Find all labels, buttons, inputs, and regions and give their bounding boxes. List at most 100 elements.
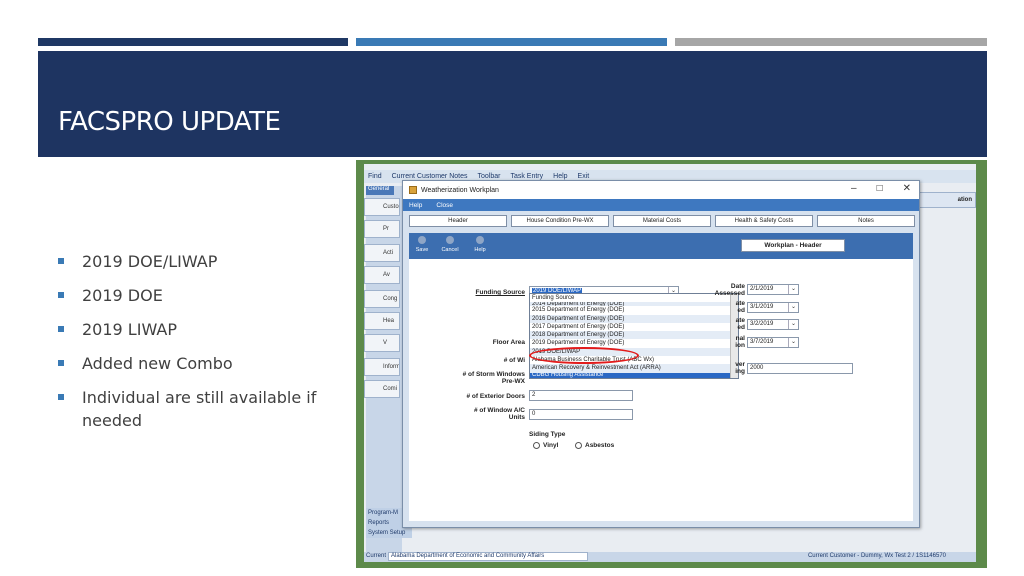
slide-title: FACSPRO UPDATE [58, 107, 281, 137]
chevron-down-icon[interactable]: ⌄ [788, 285, 798, 294]
window-body: Header House Condition Pre-WX Material C… [403, 211, 919, 527]
cancel-button[interactable]: Cancel [441, 236, 459, 253]
tab-house-condition[interactable]: House Condition Pre-WX [511, 215, 609, 227]
bullet-marker-icon [58, 258, 64, 264]
title-band: FACSPRO UPDATE [38, 51, 987, 157]
menu-help[interactable]: Help [553, 173, 567, 180]
workplan-tabs: Header House Condition Pre-WX Material C… [409, 215, 915, 227]
top-bar-gray [675, 38, 987, 46]
dropdown-option[interactable]: 2015 Department of Energy (DOE) [530, 306, 738, 314]
sidebar-item-cong[interactable]: Cong [364, 290, 400, 308]
exterior-doors-field[interactable]: 2 [529, 390, 633, 401]
sidebar-item-information[interactable]: Informa [364, 358, 400, 376]
exterior-doors-label: # of Exterior Doors [466, 393, 525, 400]
window-ac-field[interactable]: 0 [529, 409, 633, 420]
funding-source-dropdown[interactable]: Funding Source 2014 Department of Energy… [529, 293, 739, 379]
bullet-item: Added new Combo [58, 352, 328, 375]
dropdown-option-selected[interactable]: CDBG Housing Assistance [530, 372, 738, 378]
date4-field[interactable]: 3/7/2019 ⌄ [747, 337, 799, 348]
num-windows-label: # of Wi [503, 357, 525, 364]
date4-label: nal ion [735, 335, 745, 349]
tab-health-safety[interactable]: Health & Safety Costs [715, 215, 813, 227]
dropdown-option[interactable]: 2016 Department of Energy (DOE) [530, 314, 738, 323]
bullet-marker-icon [58, 360, 64, 366]
menu-exit[interactable]: Exit [578, 173, 590, 180]
menu-task-entry[interactable]: Task Entry [510, 173, 543, 180]
sidebar-tab-general[interactable]: General [366, 186, 394, 195]
bullet-item: Individual are still available if needed [58, 386, 328, 432]
sidebar-item-health[interactable]: Hea [364, 312, 400, 330]
menu-customer-notes[interactable]: Current Customer Notes [392, 173, 468, 180]
bullet-marker-icon [58, 326, 64, 332]
app-screenshot: Find Current Customer Notes Toolbar Task… [356, 160, 987, 568]
siding-asbestos-radio[interactable]: Asbestos [575, 442, 614, 449]
date2-field[interactable]: 3/1/2019 ⌄ [747, 302, 799, 313]
app-desktop: Find Current Customer Notes Toolbar Task… [364, 164, 976, 562]
bullet-item: 2019 LIWAP [58, 318, 328, 341]
dropdown-option[interactable]: 2018 Department of Energy (DOE) [530, 331, 738, 340]
sidebar-item-av[interactable]: Av [364, 266, 400, 284]
date-assessed-label: Date Assessed [714, 283, 745, 297]
bullet-item: 2019 DOE/LIWAP [58, 250, 328, 273]
help-icon [476, 236, 484, 244]
tab-header[interactable]: Header [409, 215, 507, 227]
window-menu-close[interactable]: Close [436, 202, 453, 209]
date2-label: ate ed [735, 300, 745, 314]
cca-select[interactable]: Alabama Department of Economic and Commu… [388, 552, 588, 561]
window-title: Weatherization Workplan [421, 186, 499, 194]
workplan-form: Funding Source 2019 DOE/LIWAP ⌄ Funding … [409, 259, 913, 521]
window-menu: Help Close [403, 199, 919, 211]
radio-icon [533, 442, 540, 449]
chevron-down-icon[interactable]: ⌄ [788, 320, 798, 329]
floor-area-label: Floor Area [492, 339, 525, 346]
date3-label: ate ed [735, 317, 745, 331]
close-icon[interactable]: ✕ [903, 183, 911, 194]
menu-toolbar[interactable]: Toolbar [477, 173, 500, 180]
chevron-down-icon[interactable]: ⌄ [788, 338, 798, 347]
window-titlebar: Weatherization Workplan [403, 181, 919, 199]
sidebar-item-comi[interactable]: Comi [364, 380, 400, 398]
workplan-window: Weatherization Workplan – □ ✕ Help Close… [402, 180, 920, 528]
top-bar-blue [356, 38, 667, 46]
bullet-list: 2019 DOE/LIWAP 2019 DOE 2019 LIWAP Added… [58, 250, 328, 443]
cancel-icon [446, 236, 454, 244]
sidebar-item-v[interactable]: V [364, 334, 400, 352]
year-field[interactable]: 2000 [747, 363, 853, 374]
siding-vinyl-radio[interactable]: Vinyl [533, 442, 558, 449]
dropdown-option[interactable]: Funding Source [530, 294, 738, 302]
dropdown-option[interactable]: American Recovery & Reinvestment Act (AR… [530, 364, 738, 373]
bullet-marker-icon [58, 394, 64, 400]
minimize-icon[interactable]: – [851, 183, 857, 194]
radio-icon [575, 442, 582, 449]
sidebar-system-setup[interactable]: System Setup [366, 528, 412, 538]
storm-windows-label: # of Storm Windows Pre-WX [462, 371, 525, 385]
sidebar-item-activity[interactable]: Acti [364, 244, 400, 262]
save-button[interactable]: Save [413, 236, 431, 253]
dropdown-option[interactable]: 2017 Department of Energy (DOE) [530, 323, 738, 331]
chevron-down-icon[interactable]: ⌄ [788, 303, 798, 312]
date-assessed-field[interactable]: 2/1/2019 ⌄ [747, 284, 799, 295]
tab-material-costs[interactable]: Material Costs [613, 215, 711, 227]
tab-notes[interactable]: Notes [817, 215, 915, 227]
sidebar-item-customer[interactable]: Custo [364, 198, 400, 216]
window-controls: – □ ✕ [851, 183, 911, 194]
bullet-item: 2019 DOE [58, 284, 328, 307]
section-title: Workplan - Header [741, 239, 845, 252]
funding-source-label: Funding Source [475, 289, 525, 296]
sidebar-item-pr[interactable]: Pr [364, 220, 400, 238]
current-customer-text: Current Customer - Dummy, Wx Test 2 / 1S… [807, 553, 946, 559]
window-menu-help[interactable]: Help [409, 202, 422, 209]
siding-type-label: Siding Type [529, 431, 566, 438]
maximize-icon[interactable]: □ [877, 183, 883, 194]
date3-field[interactable]: 3/2/2019 ⌄ [747, 319, 799, 330]
bullet-marker-icon [58, 292, 64, 298]
dropdown-option[interactable]: 2019 Department of Energy (DOE) [530, 339, 738, 347]
workplan-toolbar: Save Cancel Help Workplan - Header [409, 233, 913, 259]
menu-find[interactable]: Find [368, 173, 382, 180]
save-icon [418, 236, 426, 244]
top-bar-dark [38, 38, 348, 46]
status-bar: Current CAA Alabama Department of Econom… [364, 552, 976, 562]
help-button[interactable]: Help [471, 236, 489, 253]
window-ac-label: # of Window A/C Units [474, 407, 525, 421]
year-label: ver ing [735, 361, 745, 375]
